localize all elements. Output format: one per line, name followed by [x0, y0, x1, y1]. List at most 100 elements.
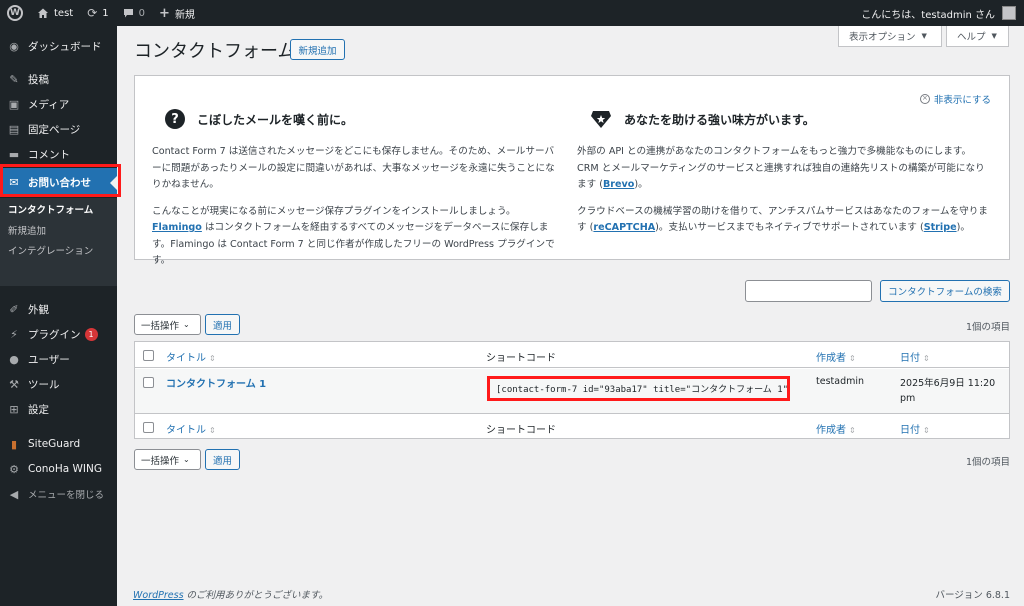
menu-label: コメント: [28, 148, 70, 161]
admin-bar: W test ⟳ 1 0 + 新規 こんにちは、testadmin さん: [0, 0, 1024, 26]
sort-icon: ⇕: [849, 354, 856, 363]
comments-menu[interactable]: 0: [116, 0, 152, 26]
menu-label: 投稿: [28, 73, 49, 86]
menu-dashboard[interactable]: ◉ ダッシュボード: [0, 35, 117, 57]
menu-siteguard[interactable]: ▮ SiteGuard: [0, 433, 117, 455]
row-checkbox[interactable]: [143, 377, 154, 388]
submenu-contact-forms[interactable]: コンタクトフォーム: [8, 202, 93, 216]
shortcode-field[interactable]: [contact-form-7 id="93aba17" title="コンタク…: [487, 376, 790, 401]
close-circle-icon: ×: [919, 94, 930, 104]
welcome-panel: × 非表示にする ? こぼしたメールを嘆く前に。 Contact Form 7 …: [134, 75, 1010, 266]
updates-menu[interactable]: ⟳ 1: [80, 0, 115, 26]
footer-version: バージョン 6.8.1: [935, 590, 1010, 601]
comment-icon: [123, 8, 133, 17]
heading-text: あなたを助ける強い味方がいます。: [624, 112, 815, 127]
screen-options-button[interactable]: 表示オプション ▼: [838, 26, 942, 47]
add-new-button[interactable]: 新規追加: [290, 39, 345, 60]
menu-pages[interactable]: ▤ 固定ページ: [0, 118, 117, 140]
column-author-header[interactable]: 作成者 ⇕: [816, 349, 856, 364]
flamingo-link[interactable]: Flamingo: [152, 222, 202, 233]
plus-icon: +: [159, 5, 170, 21]
column-date-footer[interactable]: 日付 ⇕: [900, 421, 930, 436]
apply-button-top[interactable]: 適用: [205, 314, 240, 335]
menu-appearance[interactable]: ✐ 外観: [0, 298, 117, 320]
wrench-icon: ⚒: [9, 377, 19, 391]
menu-label: 設定: [28, 403, 49, 416]
dismiss-button[interactable]: × 非表示にする: [919, 92, 991, 106]
wp-logo-menu[interactable]: W: [0, 0, 30, 26]
column-date-header[interactable]: 日付 ⇕: [900, 349, 930, 364]
sort-icon: ⇕: [923, 354, 930, 363]
date-line-2: pm: [900, 393, 916, 404]
menu-label: SiteGuard: [28, 438, 81, 450]
recaptcha-link[interactable]: reCAPTCHA: [593, 222, 655, 233]
thanks-text: のご利用ありがとうございます。: [183, 590, 329, 601]
plugin-icon: ⚡: [10, 327, 18, 341]
submenu-add-new[interactable]: 新規追加: [8, 223, 46, 237]
menu-label: 固定ページ: [28, 123, 81, 136]
table-header: タイトル ⇕ ショートコード 作成者 ⇕ 日付 ⇕: [135, 342, 1009, 368]
stripe-link[interactable]: Stripe: [924, 222, 957, 233]
column-title-footer[interactable]: タイトル ⇕: [166, 421, 216, 436]
welcome-left-heading: ? こぼしたメールを嘆く前に。: [165, 108, 545, 130]
welcome-left-paragraph-1: Contact Form 7 は送信されたメッセージをどこにも保存しません。その…: [152, 146, 555, 190]
media-icon: ▣: [8, 97, 20, 111]
chevron-down-icon: ⌄: [183, 455, 190, 464]
search-input[interactable]: [745, 280, 872, 302]
bulk-select-value: 一括操作: [141, 320, 180, 332]
welcome-right-paragraph-1: 外部の API との連携があなたのコンタクトフォームをもっと強力で多機能なものに…: [577, 144, 992, 194]
sort-icon: ⇕: [849, 426, 856, 435]
date-value: 2025年6月9日 11:20 pm: [900, 376, 995, 406]
my-account-menu[interactable]: こんにちは、testadmin さん: [854, 0, 1024, 26]
admin-sidebar: ◉ ダッシュボード ✎ 投稿 ▣ メディア ▤ 固定ページ ▬ コメント ✉ お…: [0, 26, 117, 606]
column-title-label: タイトル: [166, 425, 206, 436]
user-icon: ●: [9, 352, 19, 366]
highlight-box-menu: [0, 164, 121, 197]
plugins-update-badge: 1: [84, 327, 98, 341]
page-icon: ▤: [8, 122, 20, 136]
help-label: ヘルプ: [957, 32, 986, 43]
apply-button-bottom[interactable]: 適用: [205, 449, 240, 470]
menu-tools[interactable]: ⚒ ツール: [0, 373, 117, 395]
bulk-action-select-top[interactable]: 一括操作 ⌄: [134, 314, 201, 335]
bulk-action-select-bottom[interactable]: 一括操作 ⌄: [134, 449, 201, 470]
heading-text: こぼしたメールを嘆く前に。: [197, 112, 354, 127]
new-label: 新規: [174, 9, 195, 21]
wordpress-link[interactable]: WordPress: [133, 590, 184, 601]
collapse-menu-button[interactable]: ◀ メニューを閉じる: [0, 483, 117, 505]
select-all-checkbox[interactable]: [143, 350, 154, 361]
brevo-link[interactable]: Brevo: [603, 179, 634, 190]
column-author-footer[interactable]: 作成者 ⇕: [816, 421, 856, 436]
select-all-checkbox-bottom[interactable]: [143, 422, 154, 433]
form-title-link[interactable]: コンタクトフォーム 1: [166, 375, 266, 390]
new-content-menu[interactable]: + 新規: [152, 0, 202, 26]
site-name-menu[interactable]: test: [30, 0, 80, 26]
menu-media[interactable]: ▣ メディア: [0, 93, 117, 115]
wordpress-logo-icon: W: [7, 5, 23, 21]
collapse-icon: ◀: [9, 487, 19, 501]
item-count-bottom: 1個の項目: [965, 457, 1010, 468]
menu-comments[interactable]: ▬ コメント: [0, 143, 117, 165]
column-title-header[interactable]: タイトル ⇕: [166, 349, 216, 364]
sort-icon: ⇕: [209, 426, 216, 435]
page-title: コンタクトフォーム: [134, 41, 296, 62]
menu-plugins[interactable]: ⚡ プラグイン 1: [0, 323, 117, 345]
greeting: こんにちは、testadmin さん: [861, 9, 995, 21]
column-shortcode-footer: ショートコード: [486, 425, 556, 436]
search-button[interactable]: コンタクトフォームの検索: [880, 280, 1010, 302]
pin-icon: ✎: [9, 72, 19, 86]
home-icon: [38, 8, 48, 18]
menu-users[interactable]: ● ユーザー: [0, 348, 117, 370]
menu-settings[interactable]: ⊞ 設定: [0, 398, 117, 420]
table-row: コンタクトフォーム 1 [contact-form-7 id="93aba17"…: [135, 369, 1009, 413]
menu-posts[interactable]: ✎ 投稿: [0, 68, 117, 90]
sort-icon: ⇕: [209, 354, 216, 363]
footer-thanks: WordPress のご利用ありがとうございます。: [133, 587, 328, 601]
menu-conoha-wing[interactable]: ⚙ ConoHa WING: [0, 458, 117, 480]
menu-label: ConoHa WING: [28, 463, 102, 475]
submenu-integration[interactable]: インテグレーション: [8, 243, 93, 257]
caret-down-icon: ▼: [991, 32, 997, 40]
help-button[interactable]: ヘルプ ▼: [946, 26, 1009, 47]
siteguard-icon: ▮: [10, 437, 18, 451]
caret-down-icon: ▼: [921, 32, 927, 40]
